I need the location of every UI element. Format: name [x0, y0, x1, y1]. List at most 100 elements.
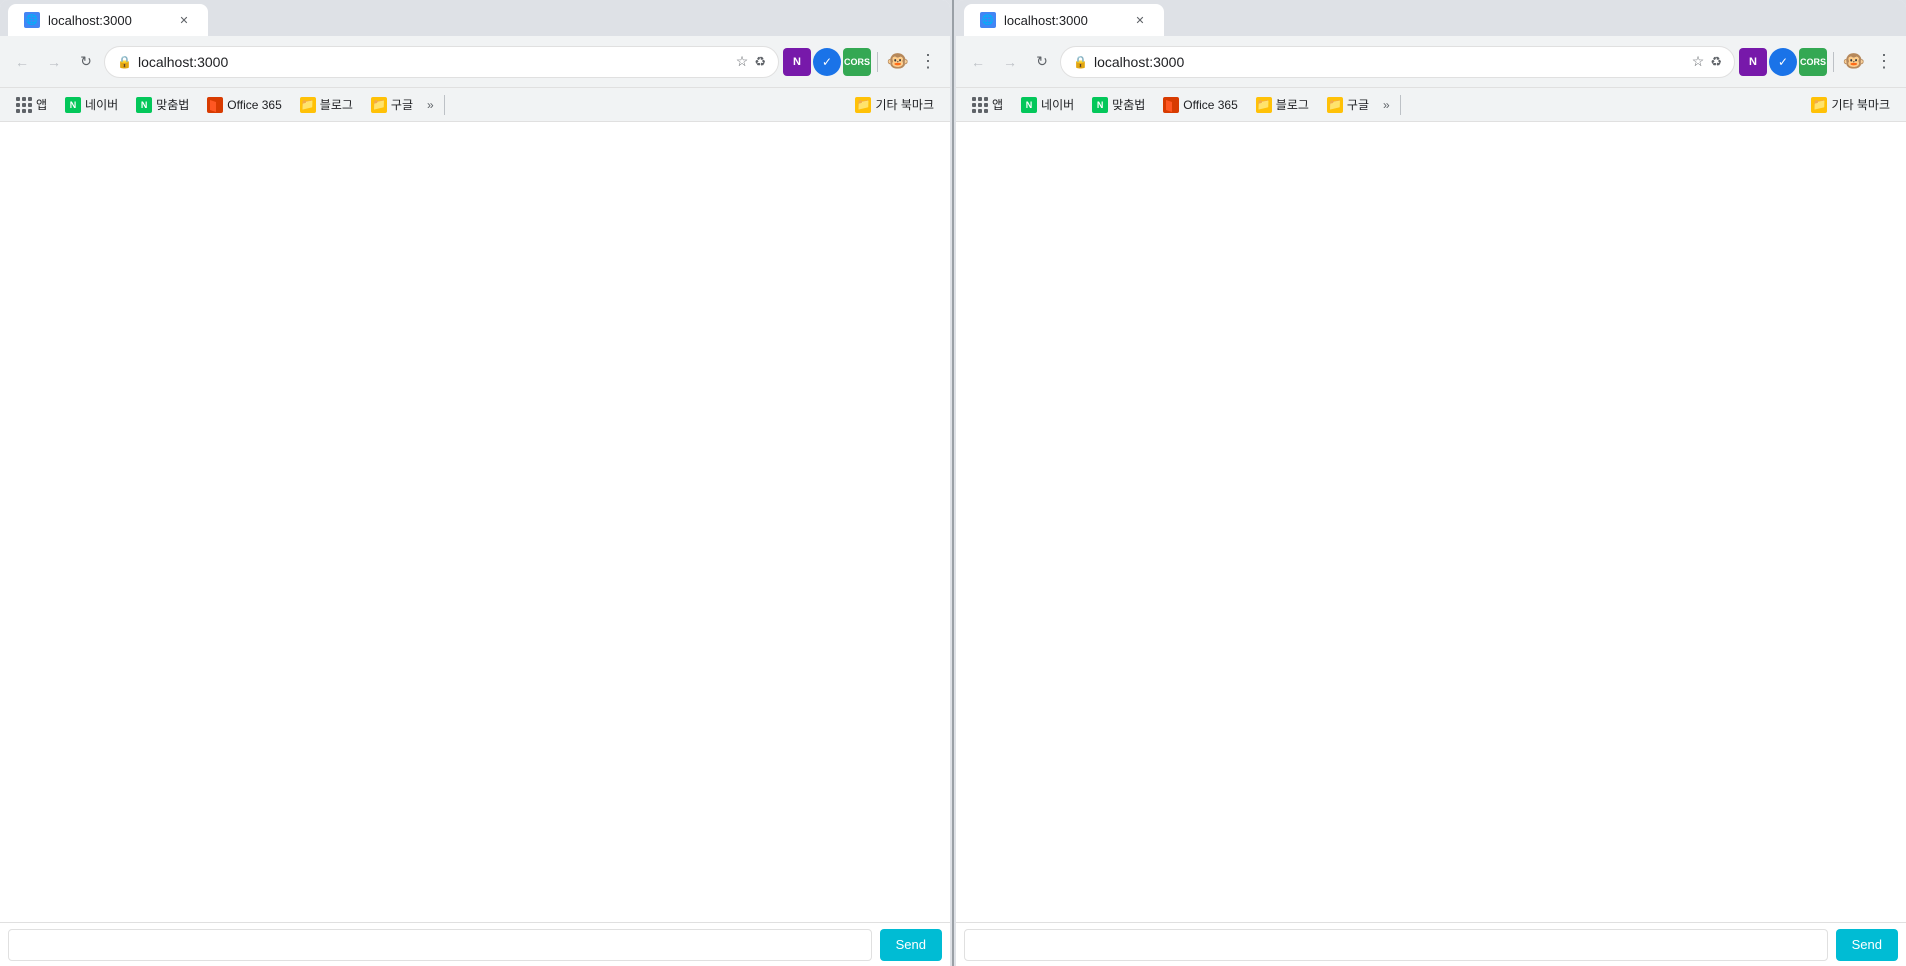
- right-bm-office365[interactable]: Office 365: [1155, 93, 1245, 117]
- left-avatar-ext[interactable]: 🐵: [884, 48, 912, 76]
- right-bm-blog[interactable]: 📁 블로그: [1248, 92, 1317, 117]
- right-tab-bar: 🌐 localhost:3000 ✕: [956, 0, 1906, 36]
- left-naver1-icon: N: [65, 97, 81, 113]
- left-blog-icon: 📁: [300, 97, 316, 113]
- right-tab-favicon: 🌐: [980, 12, 996, 28]
- left-google-icon: 📁: [371, 97, 387, 113]
- right-bm-naver1[interactable]: N 네이버: [1013, 92, 1082, 117]
- right-nav-separator: [1833, 52, 1834, 72]
- left-extension-icons: N ✓ CORS 🐵 ⋮: [783, 48, 942, 76]
- left-more-button[interactable]: ⋮: [914, 48, 942, 76]
- left-bm-matchumbeop[interactable]: N 맞춤법: [128, 92, 197, 117]
- left-other-folder-icon: 📁: [855, 97, 871, 113]
- left-bm-office365-label: Office 365: [227, 98, 281, 112]
- right-browser-window: 🌐 localhost:3000 ✕ ← → ↻ 🔒 localhost:300…: [956, 0, 1906, 966]
- left-bm-blog[interactable]: 📁 블로그: [292, 92, 361, 117]
- right-page-content: [956, 122, 1906, 922]
- right-bm-blog-label: 블로그: [1276, 96, 1309, 113]
- right-tab-title: localhost:3000: [1004, 13, 1124, 28]
- right-address-bar[interactable]: 🔒 localhost:3000 ☆ ♻: [1060, 46, 1735, 78]
- left-tab-title: localhost:3000: [48, 13, 168, 28]
- left-page-content: [0, 122, 950, 922]
- right-lock-icon: 🔒: [1073, 55, 1088, 69]
- right-bm-naver1-label: 네이버: [1041, 96, 1074, 113]
- right-matchumbeop-icon: N: [1092, 97, 1108, 113]
- right-bm-office365-label: Office 365: [1183, 98, 1237, 112]
- left-bm-apps-label: 앱: [36, 96, 47, 113]
- left-cors-ext[interactable]: CORS: [843, 48, 871, 76]
- left-bm-office365[interactable]: Office 365: [199, 93, 289, 117]
- left-browser-window: 🌐 localhost:3000 ✕ ← → ↻ 🔒 localhost:300…: [0, 0, 950, 966]
- right-google-icon: 📁: [1327, 97, 1343, 113]
- left-back-button[interactable]: ←: [8, 48, 36, 76]
- right-bm-google[interactable]: 📁 구글: [1319, 92, 1377, 117]
- left-address-bar[interactable]: 🔒 localhost:3000 ☆ ♻: [104, 46, 779, 78]
- left-bm-more[interactable]: »: [423, 94, 438, 116]
- right-back-button[interactable]: ←: [964, 48, 992, 76]
- right-naver1-icon: N: [1021, 97, 1037, 113]
- left-bm-naver1[interactable]: N 네이버: [57, 92, 126, 117]
- right-onenote-ext[interactable]: N: [1739, 48, 1767, 76]
- right-reload-button[interactable]: ↻: [1028, 48, 1056, 76]
- right-bm-separator: [1400, 95, 1401, 115]
- right-bookmarks-bar: 앱 N 네이버 N 맞춤법 Office 365 📁 블로그 📁 구글: [956, 88, 1906, 122]
- right-cors-ext[interactable]: CORS: [1799, 48, 1827, 76]
- left-bm-blog-label: 블로그: [320, 96, 353, 113]
- left-nav-separator: [877, 52, 878, 72]
- left-lock-icon: 🔒: [117, 55, 132, 69]
- left-office365-icon: [207, 97, 223, 113]
- right-other-folder-icon: 📁: [1811, 97, 1827, 113]
- right-nav-bar: ← → ↻ 🔒 localhost:3000 ☆ ♻ N ✓ CORS 🐵 ⋮: [956, 36, 1906, 88]
- right-bm-more[interactable]: »: [1379, 94, 1394, 116]
- left-forward-button[interactable]: →: [40, 48, 68, 76]
- left-bm-google-label: 구글: [391, 96, 413, 113]
- left-matchumbeop-icon: N: [136, 97, 152, 113]
- right-office365-icon: [1163, 97, 1179, 113]
- left-bookmarks-bar: 앱 N 네이버 N 맞춤법 Office 365 📁 블로그 📁 구글: [0, 88, 950, 122]
- right-star-icon[interactable]: ☆: [1692, 53, 1705, 70]
- left-star-icon[interactable]: ☆: [736, 53, 749, 70]
- right-blue-ext[interactable]: ✓: [1769, 48, 1797, 76]
- left-bm-other-label: 기타 북마크: [875, 96, 934, 113]
- left-apps-grid-icon: [16, 97, 32, 113]
- right-bm-other[interactable]: 📁 기타 북마크: [1803, 92, 1898, 117]
- left-send-button[interactable]: Send: [880, 929, 942, 961]
- right-avatar-ext[interactable]: 🐵: [1840, 48, 1868, 76]
- right-bm-matchumbeop[interactable]: N 맞춤법: [1084, 92, 1153, 117]
- left-tab-favicon: 🌐: [24, 12, 40, 28]
- right-url-text: localhost:3000: [1094, 54, 1686, 70]
- right-send-button[interactable]: Send: [1836, 929, 1898, 961]
- right-more-button[interactable]: ⋮: [1870, 48, 1898, 76]
- right-forward-button[interactable]: →: [996, 48, 1024, 76]
- right-bm-matchumbeop-label: 맞춤법: [1112, 96, 1145, 113]
- left-tab-close[interactable]: ✕: [176, 12, 192, 28]
- right-blog-icon: 📁: [1256, 97, 1272, 113]
- left-nav-bar: ← → ↻ 🔒 localhost:3000 ☆ ♻ N ✓ CORS 🐵 ⋮: [0, 36, 950, 88]
- left-active-tab[interactable]: 🌐 localhost:3000 ✕: [8, 4, 208, 36]
- left-tab-bar: 🌐 localhost:3000 ✕: [0, 0, 950, 36]
- left-chat-input[interactable]: [8, 929, 872, 961]
- right-tab-close[interactable]: ✕: [1132, 12, 1148, 28]
- left-onenote-ext[interactable]: N: [783, 48, 811, 76]
- left-share-icon[interactable]: ♻: [754, 54, 766, 70]
- left-reload-button[interactable]: ↻: [72, 48, 100, 76]
- left-blue-ext[interactable]: ✓: [813, 48, 841, 76]
- left-bm-naver1-label: 네이버: [85, 96, 118, 113]
- left-bottom-bar: Send: [0, 922, 950, 966]
- left-bm-apps[interactable]: 앱: [8, 92, 55, 117]
- right-active-tab[interactable]: 🌐 localhost:3000 ✕: [964, 4, 1164, 36]
- right-bm-apps-label: 앱: [992, 96, 1003, 113]
- left-bm-matchumbeop-label: 맞춤법: [156, 96, 189, 113]
- right-apps-grid-icon: [972, 97, 988, 113]
- left-bm-other[interactable]: 📁 기타 북마크: [847, 92, 942, 117]
- left-bm-google[interactable]: 📁 구글: [363, 92, 421, 117]
- right-share-icon[interactable]: ♻: [1710, 54, 1722, 70]
- right-bm-google-label: 구글: [1347, 96, 1369, 113]
- right-bm-other-label: 기타 북마크: [1831, 96, 1890, 113]
- left-url-text: localhost:3000: [138, 54, 730, 70]
- left-bm-separator: [444, 95, 445, 115]
- browser-divider: [952, 0, 954, 966]
- right-bm-apps[interactable]: 앱: [964, 92, 1011, 117]
- right-extension-icons: N ✓ CORS 🐵 ⋮: [1739, 48, 1898, 76]
- right-chat-input[interactable]: [964, 929, 1828, 961]
